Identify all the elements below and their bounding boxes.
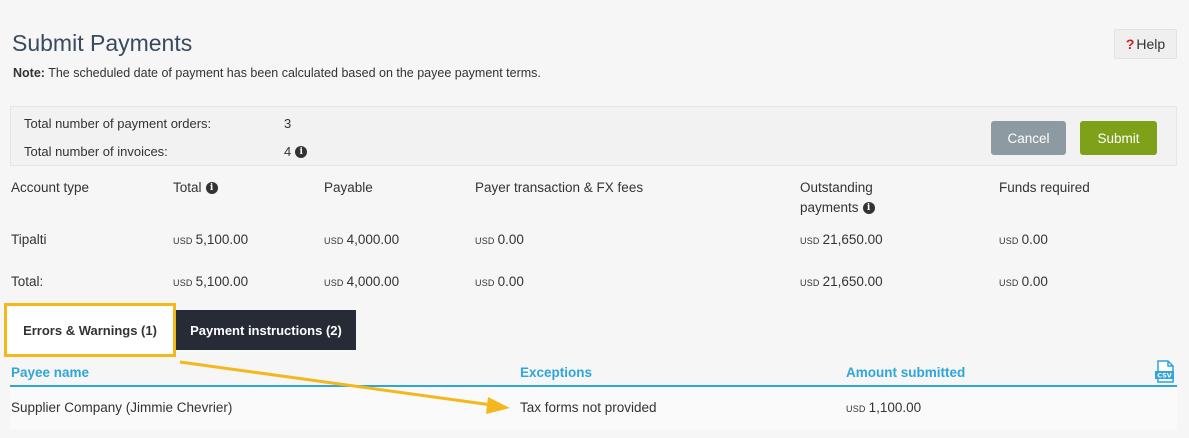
csv-file-icon: CSV bbox=[1155, 360, 1174, 383]
currency-label: USD bbox=[800, 278, 820, 288]
col-fees: Payer transaction & FX fees bbox=[475, 180, 644, 195]
funds-cell: USD 0.00 bbox=[999, 274, 1048, 289]
invoices-value: 4 i bbox=[284, 144, 308, 159]
help-button[interactable]: ? Help bbox=[1114, 29, 1177, 59]
col-total-label: Total bbox=[173, 180, 202, 195]
currency-label: USD bbox=[324, 236, 344, 246]
col-payee-name[interactable]: Payee name bbox=[11, 365, 89, 380]
col-outstanding-line2-wrap: payments i bbox=[800, 198, 875, 218]
col-exceptions[interactable]: Exceptions bbox=[520, 365, 592, 380]
account-type-cell: Total: bbox=[11, 274, 44, 289]
payee-name-cell: Supplier Company (Jimmie Chevrier) bbox=[11, 400, 233, 415]
col-outstanding-line2: payments bbox=[800, 200, 859, 215]
csv-text: CSV bbox=[1157, 372, 1172, 380]
tab-payment-instructions[interactable]: Payment instructions (2) bbox=[176, 310, 356, 350]
payable-value: 4,000.00 bbox=[346, 232, 400, 247]
col-payable: Payable bbox=[324, 180, 373, 195]
note-text: The scheduled date of payment has been c… bbox=[48, 66, 541, 80]
payable-value: 4,000.00 bbox=[346, 274, 400, 289]
currency-label: USD bbox=[475, 236, 495, 246]
funds-cell: USD 0.00 bbox=[999, 232, 1048, 247]
info-icon[interactable]: i bbox=[295, 145, 308, 158]
outstanding-value: 21,650.00 bbox=[822, 274, 883, 289]
csv-export-icon[interactable]: CSV bbox=[1154, 360, 1176, 389]
funds-value: 0.00 bbox=[1021, 274, 1048, 289]
orders-label: Total number of payment orders: bbox=[24, 116, 212, 131]
outstanding-cell: USD 21,650.00 bbox=[800, 232, 883, 247]
currency-label: USD bbox=[999, 236, 1019, 246]
cancel-button[interactable]: Cancel bbox=[991, 121, 1066, 155]
page-title: Submit Payments bbox=[12, 30, 193, 56]
info-icon[interactable]: i bbox=[862, 202, 875, 214]
help-label: Help bbox=[1136, 36, 1166, 52]
orders-count: 3 bbox=[284, 116, 292, 131]
info-icon[interactable]: i bbox=[205, 182, 218, 194]
tab-errors-warnings[interactable]: Errors & Warnings (1) bbox=[4, 303, 176, 357]
currency-label: USD bbox=[173, 236, 193, 246]
total-cell: USD 5,100.00 bbox=[173, 232, 248, 247]
question-icon: ? bbox=[1125, 36, 1135, 52]
amount-value: 1,100.00 bbox=[868, 400, 922, 415]
fees-value: 0.00 bbox=[497, 274, 524, 289]
fees-cell: USD 0.00 bbox=[475, 232, 524, 247]
funds-value: 0.00 bbox=[1021, 232, 1048, 247]
currency-label: USD bbox=[846, 404, 866, 414]
outstanding-value: 21,650.00 bbox=[822, 232, 883, 247]
orders-value: 3 bbox=[284, 116, 291, 131]
col-outstanding-line1: Outstanding bbox=[800, 180, 873, 195]
col-account-type: Account type bbox=[11, 180, 90, 195]
fees-cell: USD 0.00 bbox=[475, 274, 524, 289]
account-type-cell: Tipalti bbox=[11, 232, 47, 247]
col-amount-submitted[interactable]: Amount submitted bbox=[846, 365, 965, 380]
submit-button[interactable]: Submit bbox=[1080, 121, 1157, 155]
payable-cell: USD 4,000.00 bbox=[324, 274, 399, 289]
currency-label: USD bbox=[800, 236, 820, 246]
currency-label: USD bbox=[324, 278, 344, 288]
col-funds: Funds required bbox=[999, 180, 1090, 195]
total-value: 5,100.00 bbox=[195, 274, 249, 289]
invoices-label: Total number of invoices: bbox=[24, 144, 168, 159]
col-outstanding: Outstanding payments i bbox=[800, 178, 875, 218]
note-label: Note: bbox=[13, 66, 45, 80]
total-cell: USD 5,100.00 bbox=[173, 274, 248, 289]
exception-cell: Tax forms not provided bbox=[520, 400, 657, 415]
col-total: Total i bbox=[173, 178, 218, 198]
header-divider bbox=[10, 385, 1177, 387]
total-value: 5,100.00 bbox=[195, 232, 249, 247]
currency-label: USD bbox=[173, 278, 193, 288]
currency-label: USD bbox=[475, 278, 495, 288]
amount-cell: USD 1,100.00 bbox=[846, 400, 921, 415]
currency-label: USD bbox=[999, 278, 1019, 288]
payment-note: Note: The scheduled date of payment has … bbox=[13, 66, 541, 80]
payable-cell: USD 4,000.00 bbox=[324, 232, 399, 247]
fees-value: 0.00 bbox=[497, 232, 524, 247]
invoices-count: 4 bbox=[284, 144, 292, 159]
outstanding-cell: USD 21,650.00 bbox=[800, 274, 883, 289]
